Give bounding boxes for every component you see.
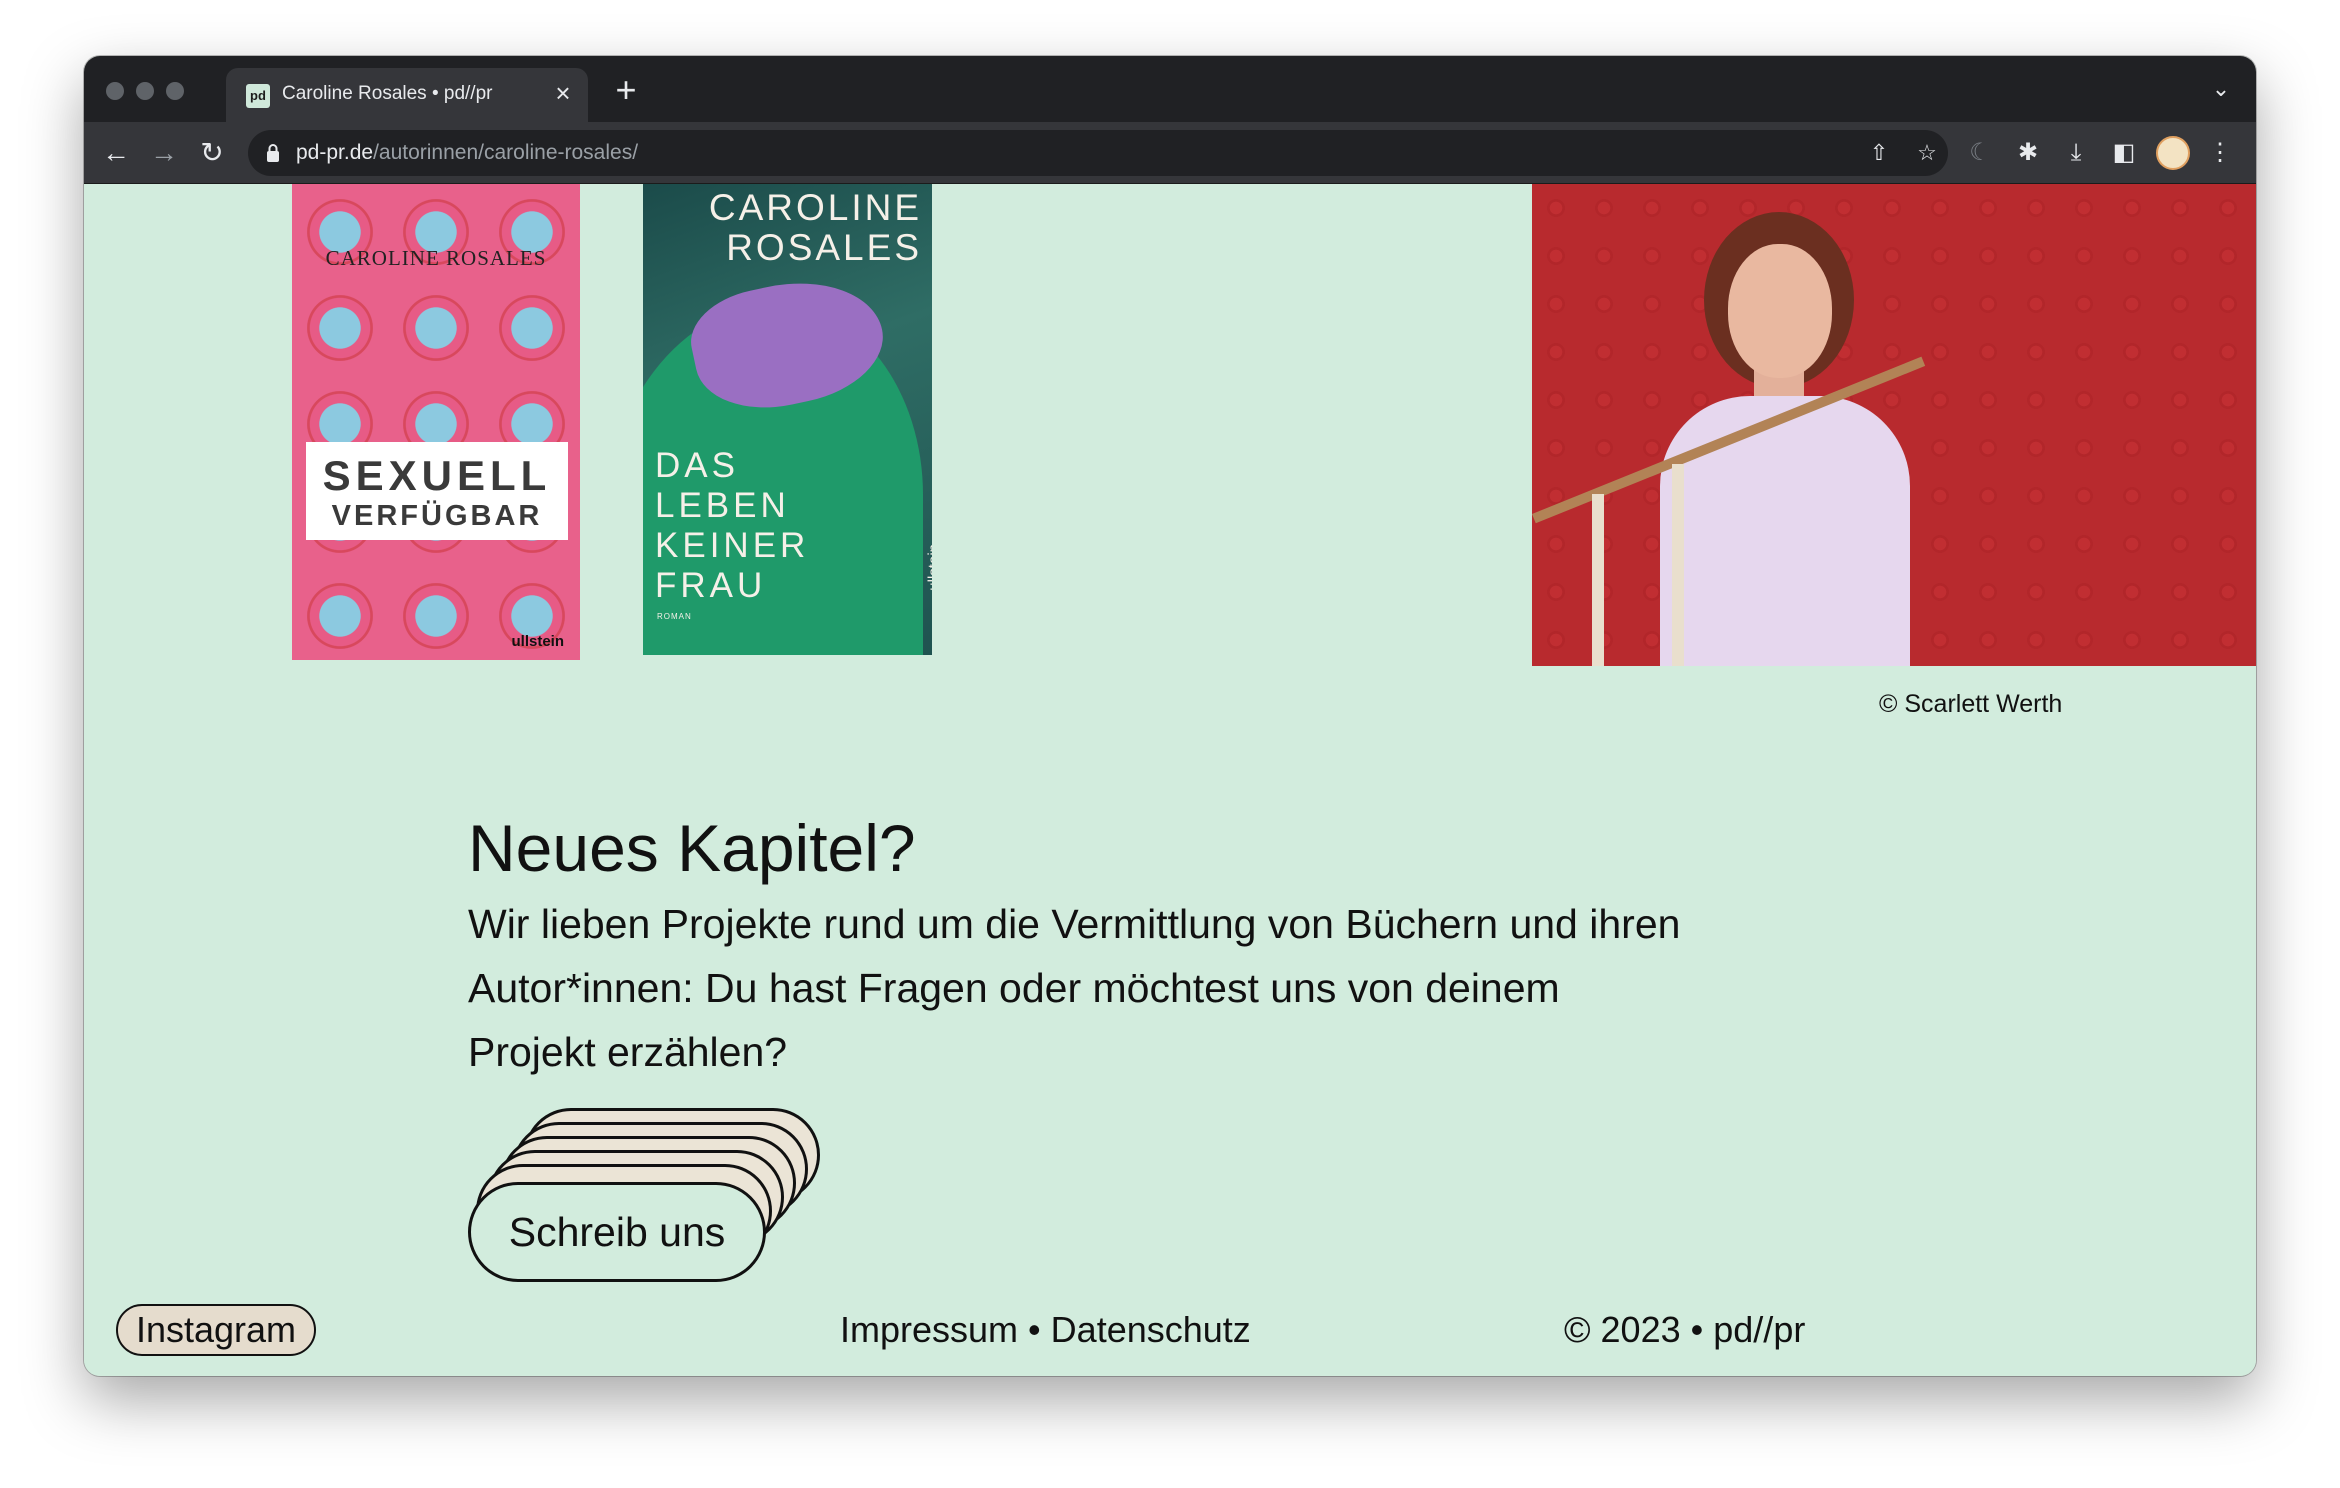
- book-publisher: ullstein: [926, 544, 932, 591]
- brand-name: pd//pr: [1713, 1309, 1806, 1350]
- photo-railing-post: [1592, 494, 1604, 666]
- close-icon[interactable]: ×: [548, 78, 578, 108]
- reload-icon[interactable]: ↻: [190, 131, 234, 175]
- book-cover-sexuell-verfuegbar[interactable]: CAROLINE ROSALES SEXUELL VERFÜGBAR ullst…: [292, 184, 580, 660]
- book-author: CAROLINE ROSALES: [709, 188, 922, 268]
- book-genre: ROMAN: [657, 612, 692, 621]
- address-bar[interactable]: pd-pr.de/autorinnen/caroline-rosales/ ⇧ …: [248, 130, 1948, 176]
- url-host: pd-pr.de: [296, 141, 374, 164]
- kebab-menu-icon[interactable]: ⋮: [2204, 137, 2236, 169]
- download-icon[interactable]: ⤓: [2060, 137, 2092, 169]
- impressum-link[interactable]: Impressum: [840, 1309, 1018, 1350]
- window-zoom-dot[interactable]: [166, 82, 184, 100]
- plus-icon[interactable]: +: [606, 70, 646, 110]
- book-title-line: DAS: [655, 446, 739, 485]
- photo-credit: © Scarlett Werth: [1879, 690, 2063, 718]
- share-icon[interactable]: ⇧: [1864, 138, 1894, 168]
- photo-dress: [1660, 396, 1910, 666]
- contact-body: Wir lieben Projekte rund um die Vermittl…: [468, 901, 1681, 1075]
- url-path: /autorinnen/caroline-rosales/: [373, 141, 639, 164]
- extension-icon[interactable]: ☾: [1964, 137, 1996, 169]
- forward-arrow-icon[interactable]: →: [142, 131, 186, 175]
- footer-separator: •: [1028, 1309, 1041, 1350]
- browser-window: pd Caroline Rosales • pd//pr × + ⌄ ← → ↻…: [84, 56, 2256, 1376]
- book-author-line2: ROSALES: [726, 227, 922, 268]
- page-content: CAROLINE ROSALES SEXUELL VERFÜGBAR ullst…: [84, 184, 2256, 1376]
- lock-icon: [267, 144, 279, 162]
- active-tab[interactable]: pd Caroline Rosales • pd//pr ×: [226, 68, 588, 122]
- write-us-button[interactable]: Schreib uns: [468, 1182, 766, 1282]
- window-minimize-dot[interactable]: [136, 82, 154, 100]
- photo-railing-post: [1672, 464, 1684, 666]
- footer-links: Impressum • Datenschutz: [840, 1304, 1251, 1356]
- book-author-line1: CAROLINE: [708, 187, 922, 228]
- back-arrow-icon[interactable]: ←: [94, 131, 138, 175]
- chevron-down-icon[interactable]: ⌄: [2206, 74, 2236, 104]
- copyright-text: © 2023: [1564, 1309, 1681, 1350]
- datenschutz-link[interactable]: Datenschutz: [1051, 1309, 1251, 1350]
- star-icon[interactable]: ☆: [1912, 138, 1942, 168]
- book-title-label: SEXUELL VERFÜGBAR: [306, 442, 568, 540]
- book-title-line1: SEXUELL: [322, 452, 552, 499]
- contact-cta: Schreib uns: [468, 1108, 848, 1288]
- url-text: pd-pr.de/autorinnen/caroline-rosales/: [296, 141, 638, 165]
- contact-heading: Neues Kapitel?: [468, 811, 916, 885]
- footer-separator: •: [1690, 1309, 1704, 1350]
- window-close-dot[interactable]: [106, 82, 124, 100]
- tab-strip: pd Caroline Rosales • pd//pr × + ⌄: [84, 56, 2256, 122]
- avatar[interactable]: [2156, 136, 2190, 170]
- favicon: pd: [246, 84, 270, 108]
- instagram-link[interactable]: Instagram: [116, 1304, 316, 1356]
- browser-toolbar: ← → ↻ pd-pr.de/autorinnen/caroline-rosal…: [84, 122, 2256, 184]
- author-photo: [1532, 184, 2256, 666]
- photo-face: [1728, 244, 1832, 378]
- book-title-line2: VERFÜGBAR: [331, 500, 543, 532]
- book-title-line: FRAU: [655, 566, 767, 605]
- puzzle-icon[interactable]: ✱: [2012, 137, 2044, 169]
- book-cover-das-leben-keiner-frau[interactable]: CAROLINE ROSALES DAS LEBEN KEINER FRAU R…: [643, 184, 932, 655]
- tab-title: Caroline Rosales • pd//pr: [282, 83, 493, 104]
- book-author: CAROLINE ROSALES: [325, 246, 547, 270]
- sidepanel-icon[interactable]: ◧: [2108, 137, 2140, 169]
- book-publisher: ullstein: [511, 633, 564, 650]
- book-title-line: KEINER: [655, 526, 810, 565]
- book-title-line: LEBEN: [655, 486, 790, 525]
- book-title: DAS LEBEN KEINER FRAU: [655, 446, 809, 606]
- footer-copyright: © 2023 • pd//pr: [1564, 1304, 1805, 1356]
